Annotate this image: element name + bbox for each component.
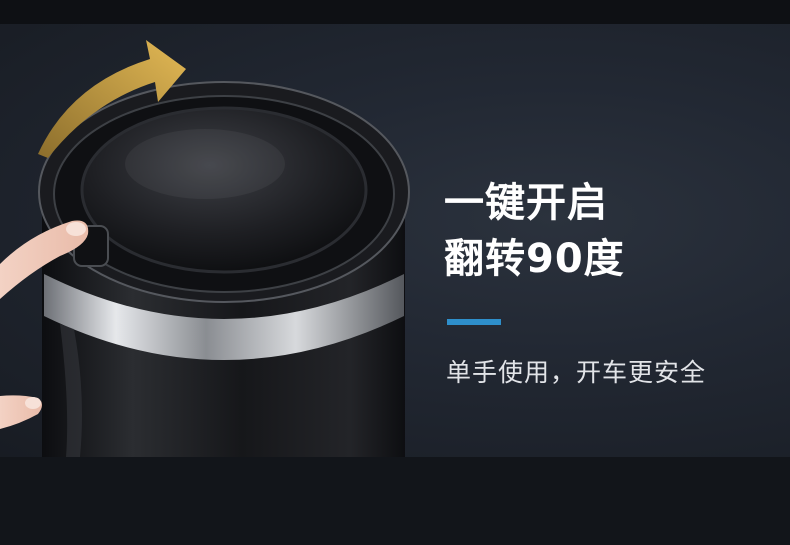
headline-line-2: 翻转90度: [444, 236, 625, 282]
ashtray-product-image: [0, 40, 410, 457]
accent-divider: [447, 319, 501, 325]
top-band: [0, 0, 790, 24]
subheadline: 单手使用，开车更安全: [446, 358, 707, 387]
headline-line-1: 一键开启: [444, 180, 608, 226]
product-scene: 一键开启 翻转90度 单手使用，开车更安全: [0, 24, 790, 457]
bottom-band: [0, 457, 790, 545]
